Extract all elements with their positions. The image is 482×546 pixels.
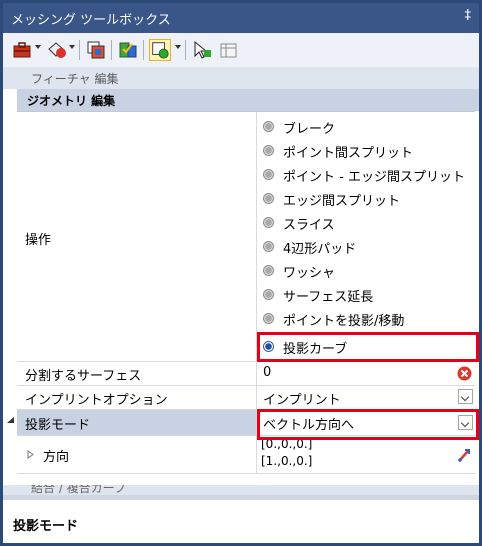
title-bar: メッシング ツールボックス ‡ <box>3 3 479 33</box>
direction-label-cell: 方向 <box>17 436 257 474</box>
mesh-check-icon[interactable] <box>117 39 139 61</box>
split-surface-value-cell[interactable]: 0 <box>257 362 475 386</box>
geometry-edit-category-label: ジオメトリ 編集 <box>27 94 116 108</box>
clear-icon[interactable] <box>457 366 472 381</box>
table-icon[interactable] <box>217 39 239 61</box>
direction-value-line2: [1.,0.,0.] <box>261 454 313 468</box>
radio-button[interactable] <box>263 241 274 252</box>
operation-label: 操作 <box>25 233 52 248</box>
description-title: 投影モード <box>13 519 79 534</box>
pin-icon[interactable]: ‡ <box>465 8 472 23</box>
expand-arrow-icon[interactable] <box>27 450 34 459</box>
chevron-down-icon[interactable] <box>458 389 473 404</box>
toolbar-separator <box>185 40 186 60</box>
radio-button[interactable] <box>263 289 274 300</box>
feature-edit-tab[interactable]: フィーチャ 編集 <box>3 67 479 89</box>
window-title: メッシング ツールボックス <box>11 13 171 28</box>
imprint-option-combo[interactable]: インプリント <box>257 386 475 410</box>
panel-splitter[interactable] <box>3 495 479 500</box>
operation-label-cell: 操作 <box>17 112 257 362</box>
radio-button[interactable] <box>263 217 274 228</box>
radio-button[interactable] <box>263 169 274 180</box>
split-surface-value: 0 <box>263 365 272 380</box>
direction-label: 方向 <box>43 450 70 465</box>
radio-button[interactable] <box>263 265 274 276</box>
layers-icon[interactable] <box>85 39 107 61</box>
operation-options: ブレーク ポイント間スプリット ポイント - エッジ間スプリット エッジ間スプリ… <box>257 112 475 362</box>
description-panel: 結合 / 複合カーブ 投影モード <box>3 485 479 543</box>
toolbar-separator <box>111 40 112 60</box>
toolbar-separator <box>79 40 80 60</box>
toolbar <box>3 33 479 68</box>
toolbox-dropdown-arrow[interactable] <box>35 45 41 49</box>
split-surface-label-cell: 分割するサーフェス <box>17 362 257 386</box>
radio-button[interactable] <box>263 121 274 132</box>
radio-button[interactable] <box>263 145 274 156</box>
toolbox-icon[interactable] <box>11 39 33 61</box>
meshing-toolbox-panel: メッシング ツールボックス ‡ フィーチャ 編集 ジオメトリ 編集 操作 ブレー… <box>0 0 482 546</box>
feature-edit-tab-label: フィーチャ 編集 <box>31 72 119 86</box>
direction-value-cell[interactable]: [0.,0.,0.] [1.,0.,0.] <box>257 436 475 474</box>
collapse-arrow-icon[interactable] <box>6 416 15 424</box>
highlight-project-curve <box>257 332 479 362</box>
imprint-option-value: インプリント <box>263 393 341 408</box>
next-category-label: 結合 / 複合カーブ <box>31 485 126 495</box>
select-arrow-icon[interactable] <box>191 39 213 61</box>
geometry-edit-category[interactable]: ジオメトリ 編集 <box>17 89 479 111</box>
highlight-projection-mode <box>257 409 479 440</box>
fill-tool-dropdown-arrow[interactable] <box>69 45 75 49</box>
radio-button[interactable] <box>263 313 274 324</box>
pick-vector-icon[interactable] <box>457 447 472 462</box>
toolbar-separator <box>143 40 144 60</box>
split-surface-label: 分割するサーフェス <box>25 369 142 384</box>
fill-tool-icon[interactable] <box>45 39 67 61</box>
imprint-option-label-cell: インプリントオプション <box>17 386 257 410</box>
geometry-edit-icon[interactable] <box>149 39 171 61</box>
projection-mode-label-cell[interactable]: 投影モード <box>17 410 257 436</box>
geometry-edit-dropdown-arrow[interactable] <box>175 45 181 49</box>
next-category-clipped: 結合 / 複合カーブ <box>3 485 479 495</box>
projection-mode-label: 投影モード <box>25 418 91 433</box>
imprint-option-label: インプリントオプション <box>25 393 168 408</box>
radio-button[interactable] <box>263 193 274 204</box>
